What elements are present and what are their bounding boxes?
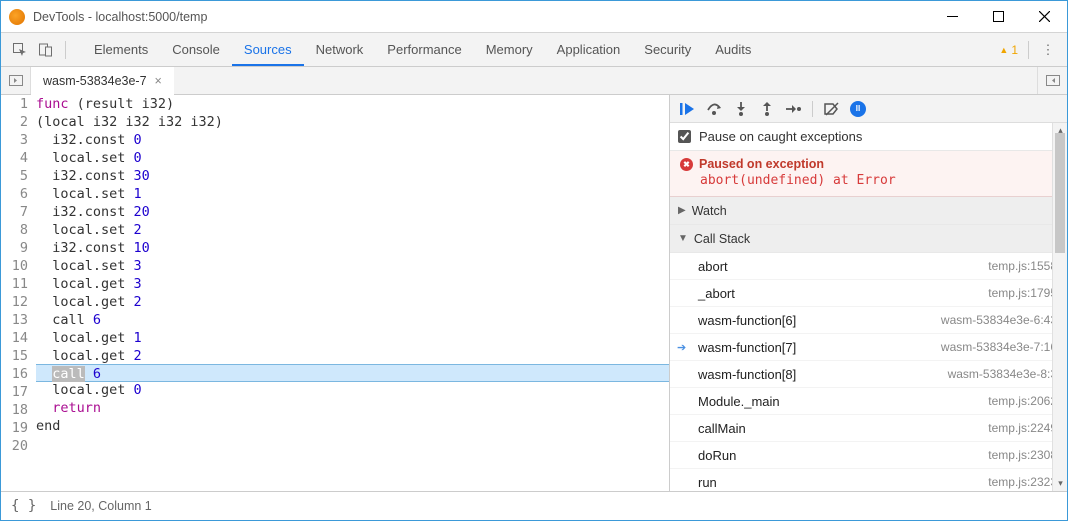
pause-on-caught-checkbox[interactable] [678, 130, 691, 143]
code-line[interactable] [36, 435, 669, 453]
panel-tab-performance[interactable]: Performance [375, 34, 473, 66]
step-button[interactable] [782, 98, 804, 120]
debugger-toolbar: II [670, 95, 1067, 123]
pretty-print-icon[interactable]: { } [11, 498, 36, 514]
line-gutter: 1234567891011121314151617181920 [1, 95, 36, 491]
panel-tab-network[interactable]: Network [304, 34, 376, 66]
step-out-button[interactable] [756, 98, 778, 120]
code-line[interactable]: local.get 2 [36, 293, 669, 311]
cursor-position: Line 20, Column 1 [50, 499, 151, 513]
code-line[interactable]: end [36, 417, 669, 435]
code-editor[interactable]: 1234567891011121314151617181920 func (re… [1, 95, 669, 491]
pause-on-caught-checkbox-row: Pause on caught exceptions [670, 123, 1067, 151]
window-buttons [929, 1, 1067, 32]
device-toolbar-icon[interactable] [33, 37, 59, 63]
callstack-list: aborttemp.js:1558_aborttemp.js:1795wasm-… [670, 253, 1067, 491]
file-tab[interactable]: wasm-53834e3e-7 × [31, 67, 174, 95]
status-bar: { } Line 20, Column 1 [1, 491, 1067, 519]
code-line[interactable]: local.set 3 [36, 257, 669, 275]
callstack-section-header[interactable]: ▼Call Stack [670, 225, 1067, 253]
editor-tabstrip: wasm-53834e3e-7 × [1, 67, 1067, 95]
maximize-button[interactable] [975, 1, 1021, 32]
code-line[interactable]: (local i32 i32 i32 i32) [36, 113, 669, 131]
debugger-body: Pause on caught exceptions Paused on exc… [670, 123, 1067, 491]
code-line[interactable]: return [36, 399, 669, 417]
paused-detail: abort(undefined) at Error [700, 173, 1057, 188]
callstack-frame[interactable]: runtemp.js:2323 [670, 469, 1067, 491]
more-menu-icon[interactable]: ⋮ [1035, 37, 1061, 63]
code-line[interactable]: local.get 1 [36, 329, 669, 347]
code-line[interactable]: func (result i32) [36, 95, 669, 113]
panel-tab-security[interactable]: Security [632, 34, 703, 66]
minimize-button[interactable] [929, 1, 975, 32]
panel-tab-memory[interactable]: Memory [474, 34, 545, 66]
code-lines: func (result i32)(local i32 i32 i32 i32)… [36, 95, 669, 491]
inspect-element-icon[interactable] [7, 37, 33, 63]
paused-message: Paused on exception abort(undefined) at … [670, 151, 1067, 197]
code-line[interactable]: local.get 2 [36, 347, 669, 365]
watch-section-header[interactable]: ▶Watch [670, 197, 1067, 225]
window-title: DevTools - localhost:5000/temp [33, 10, 929, 24]
panel-tab-audits[interactable]: Audits [703, 34, 763, 66]
file-tab-name: wasm-53834e3e-7 [43, 74, 147, 88]
scrollbar-thumb[interactable] [1055, 133, 1065, 253]
editor-pane: 1234567891011121314151617181920 func (re… [1, 95, 670, 491]
code-line[interactable]: call 6 [36, 311, 669, 329]
callstack-frame[interactable]: _aborttemp.js:1795 [670, 280, 1067, 307]
deactivate-breakpoints-button[interactable] [821, 98, 843, 120]
window-titlebar: DevTools - localhost:5000/temp [1, 1, 1067, 33]
sidebar-scrollbar[interactable]: ▴ ▾ [1052, 123, 1067, 491]
code-line[interactable]: local.set 2 [36, 221, 669, 239]
code-line[interactable]: i32.const 20 [36, 203, 669, 221]
panel-tab-sources[interactable]: Sources [232, 34, 304, 66]
callstack-frame[interactable]: doRuntemp.js:2308 [670, 442, 1067, 469]
code-line[interactable]: i32.const 30 [36, 167, 669, 185]
code-line[interactable]: local.get 0 [36, 381, 669, 399]
callstack-frame[interactable]: aborttemp.js:1558 [670, 253, 1067, 280]
debugger-sidebar: II Pause on caught exceptions Paused on … [670, 95, 1067, 491]
pause-on-caught-label: Pause on caught exceptions [699, 129, 862, 144]
callstack-frame[interactable]: wasm-function[6]wasm-53834e3e-6:43 [670, 307, 1067, 334]
code-line[interactable]: i32.const 10 [36, 239, 669, 257]
scroll-down-icon[interactable]: ▾ [1053, 476, 1067, 491]
code-line[interactable]: call 6 [36, 364, 669, 382]
devtools-icon [9, 9, 25, 25]
paused-title: Paused on exception [680, 157, 1057, 171]
callstack-frame[interactable]: wasm-function[7]wasm-53834e3e-7:16 [670, 334, 1067, 361]
callstack-frame[interactable]: callMaintemp.js:2249 [670, 415, 1067, 442]
close-tab-icon[interactable]: × [155, 74, 162, 88]
code-line[interactable]: local.set 0 [36, 149, 669, 167]
resume-button[interactable] [678, 98, 700, 120]
step-into-button[interactable] [730, 98, 752, 120]
pause-on-exceptions-button[interactable]: II [847, 98, 869, 120]
panel-tabs: ElementsConsoleSourcesNetworkPerformance… [82, 34, 999, 66]
show-navigator-icon[interactable] [1, 67, 31, 94]
panel-tab-console[interactable]: Console [160, 34, 232, 66]
step-over-button[interactable] [704, 98, 726, 120]
close-button[interactable] [1021, 1, 1067, 32]
callstack-frame[interactable]: Module._maintemp.js:2062 [670, 388, 1067, 415]
callstack-frame[interactable]: wasm-function[8]wasm-53834e3e-8:3 [670, 361, 1067, 388]
warning-count[interactable]: 1 [999, 43, 1018, 57]
code-line[interactable]: i32.const 0 [36, 131, 669, 149]
code-line[interactable]: local.set 1 [36, 185, 669, 203]
panel-tab-application[interactable]: Application [545, 34, 633, 66]
panel-tab-elements[interactable]: Elements [82, 34, 160, 66]
main-toolbar: ElementsConsoleSourcesNetworkPerformance… [1, 33, 1067, 67]
code-line[interactable]: local.get 3 [36, 275, 669, 293]
toggle-panel-icon[interactable] [1037, 67, 1067, 94]
